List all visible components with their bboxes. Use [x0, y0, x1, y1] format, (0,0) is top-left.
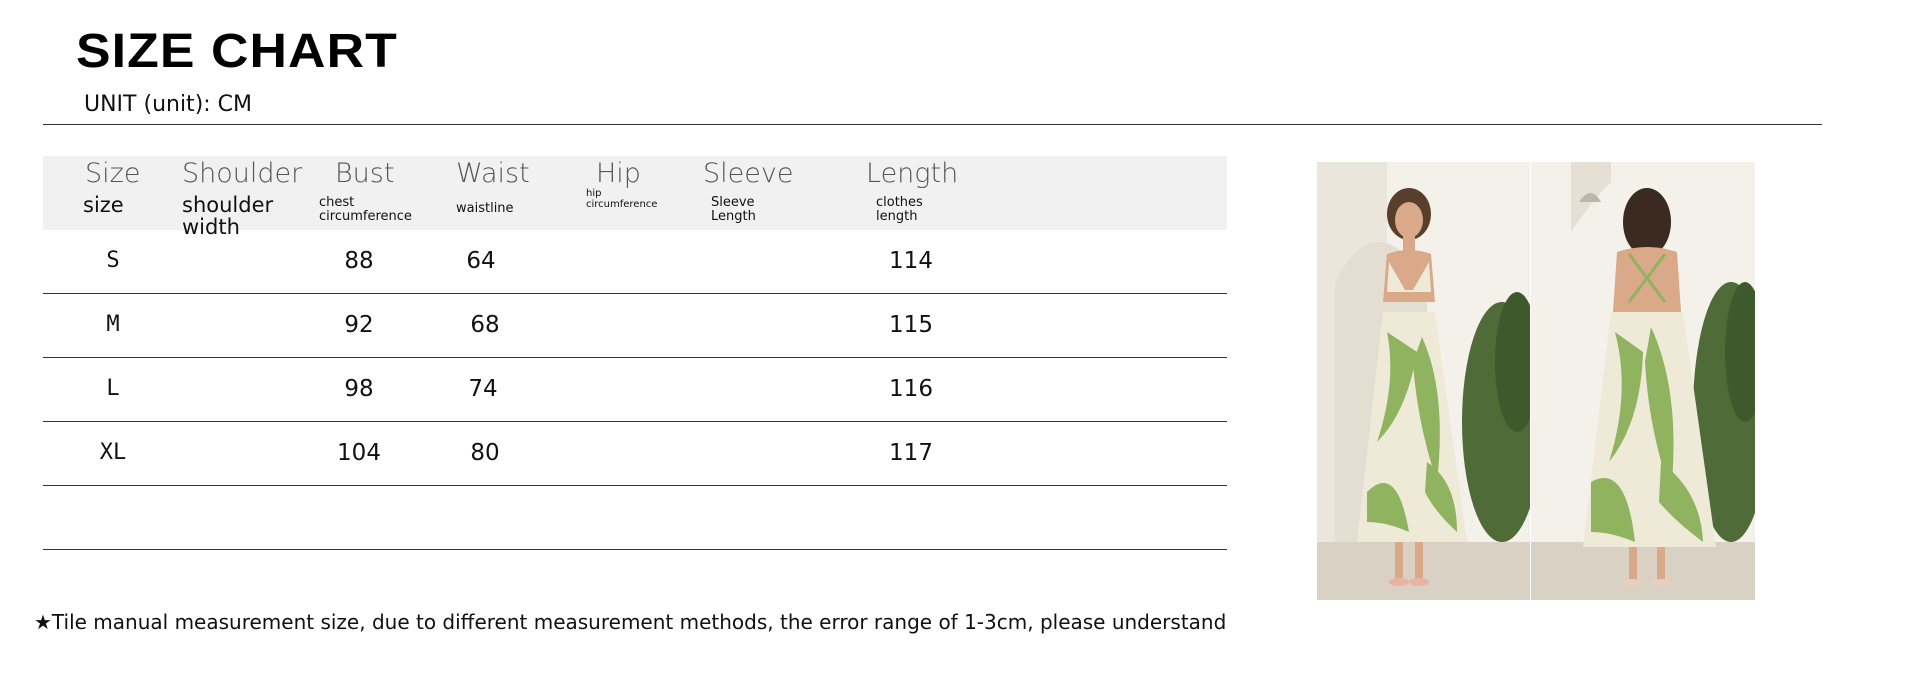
cell-size: XL: [99, 440, 127, 465]
header-shoulder: Shoulder shoulder width: [182, 156, 303, 238]
cell-waist: 68: [470, 312, 500, 338]
table-row: M 92 68 115: [43, 294, 1227, 358]
cell-size: L: [106, 376, 120, 401]
header-waist-cn: waistline: [456, 201, 514, 216]
cell-waist: 80: [470, 440, 500, 466]
cell-length: 117: [889, 440, 933, 466]
header-hip-en: Hip: [596, 158, 641, 189]
header-bust-en: Bust: [335, 158, 395, 189]
header-hip: Hip hip circumference: [586, 156, 666, 230]
cell-length: 115: [889, 312, 933, 338]
header-length: Length clothes length: [866, 156, 976, 230]
cell-waist: 74: [468, 376, 498, 402]
cell-length: 114: [889, 248, 933, 274]
cell-hip: [586, 230, 666, 292]
cell-shoulder: [182, 358, 302, 420]
measurement-note: ★Tile manual measurement size, due to di…: [34, 610, 1227, 634]
cell-length: 116: [889, 376, 933, 402]
table-row: L 98 74 116: [43, 358, 1227, 422]
header-waist-en: Waist: [456, 158, 530, 189]
header-bust: Bust chest circumference: [319, 156, 429, 230]
cell-bust: 88: [344, 248, 374, 274]
product-photo-back: [1531, 162, 1755, 600]
cell-waist: 64: [466, 248, 496, 274]
header-sleeve: Sleeve Sleeve Length: [703, 156, 813, 230]
header-sleeve-cn: Sleeve Length: [711, 195, 756, 224]
table-row-empty: [43, 486, 1227, 550]
product-photo-front: [1317, 162, 1530, 600]
header-bust-cn: chest circumference: [319, 195, 412, 224]
cell-shoulder: [182, 422, 302, 484]
cell-bust: 98: [344, 376, 374, 402]
cell-hip: [586, 358, 666, 420]
header-length-cn: clothes length: [876, 195, 923, 224]
header-size-en: Size: [85, 158, 141, 189]
cell-sleeve: [703, 230, 813, 292]
cell-bust: 92: [344, 312, 374, 338]
cell-sleeve: [703, 294, 813, 356]
cell-hip: [586, 422, 666, 484]
table-row: XL 104 80 117: [43, 422, 1227, 486]
title-divider: [43, 124, 1822, 125]
header-size-cn: size: [83, 193, 124, 217]
table-header: Size size Shoulder shoulder width Bust c…: [43, 156, 1227, 238]
cell-sleeve: [703, 358, 813, 420]
header-length-en: Length: [866, 158, 959, 189]
header-sleeve-en: Sleeve: [703, 158, 794, 189]
cell-bust: 104: [337, 440, 381, 466]
table-row: S 88 64 114: [43, 230, 1227, 294]
header-hip-cn: hip circumference: [586, 188, 658, 210]
cell-shoulder: [182, 230, 302, 292]
cell-size: M: [106, 312, 120, 337]
cell-size: S: [106, 248, 120, 273]
cell-shoulder: [182, 294, 302, 356]
header-waist: Waist waistline: [456, 156, 556, 230]
cell-hip: [586, 294, 666, 356]
size-table: Size size Shoulder shoulder width Bust c…: [43, 156, 1227, 550]
header-shoulder-en: Shoulder: [182, 158, 303, 189]
unit-label: UNIT (unit): CM: [84, 92, 259, 119]
header-size: Size size: [83, 156, 183, 230]
page-title: SIZE CHART: [76, 25, 398, 78]
cell-sleeve: [703, 422, 813, 484]
